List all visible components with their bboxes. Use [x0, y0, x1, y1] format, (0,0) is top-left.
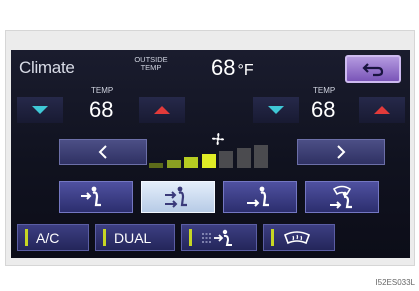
driver-temp-down-button[interactable]: [17, 97, 63, 123]
passenger-temp-up-button[interactable]: [359, 97, 405, 123]
fan-speed-down-button[interactable]: [59, 139, 147, 165]
fan-speed-bar: [254, 145, 268, 168]
dual-label: DUAL: [114, 229, 152, 246]
passenger-temp-down-button[interactable]: [253, 97, 299, 123]
airflow-face-feet-icon: [165, 186, 187, 208]
triangle-up-icon: [154, 106, 170, 114]
windshield-defrost-icon: [283, 230, 311, 244]
airflow-face-button[interactable]: [59, 181, 133, 213]
fan-speed-bar: [149, 163, 163, 168]
driver-temp-label: TEMP: [91, 86, 114, 95]
outside-temp-readout: 68 °F: [211, 55, 254, 81]
driver-temp-value: 68: [89, 97, 114, 122]
airflow-face-icon: [81, 186, 101, 207]
air-intake-toggle-button[interactable]: [181, 224, 257, 251]
fan-speed-up-button[interactable]: [297, 139, 385, 165]
airflow-feet-button[interactable]: [223, 181, 297, 213]
passenger-temp-value: 68: [311, 97, 336, 122]
triangle-down-icon: [32, 106, 48, 114]
airflow-feet-icon: [247, 186, 269, 207]
return-arrow-icon: [362, 63, 384, 77]
dual-indicator: [103, 229, 106, 246]
airflow-feet-defrost-button[interactable]: [305, 181, 379, 213]
triangle-down-icon: [268, 106, 284, 114]
fan-speed-bar: [201, 154, 216, 168]
dual-toggle-button[interactable]: DUAL: [95, 224, 175, 251]
defrost-indicator: [271, 229, 274, 246]
fan-speed-indicator: [149, 145, 279, 168]
chevron-right-icon: [337, 145, 346, 159]
climate-screen: Climate OUTSIDE TEMP 68 °F TEMP 68 TEMP 6…: [11, 50, 410, 258]
triangle-up-icon: [374, 106, 390, 114]
air-intake-icon: [202, 229, 232, 246]
airflow-feet-defrost-icon: [330, 185, 352, 209]
fan-speed-bar: [236, 148, 251, 168]
ac-indicator: [25, 229, 28, 246]
fan-speed-bar: [219, 151, 233, 168]
air-intake-indicator: [189, 229, 192, 246]
defrost-toggle-button[interactable]: [263, 224, 335, 251]
airflow-face-feet-button[interactable]: [141, 181, 215, 213]
fan-icon: [212, 133, 224, 145]
outside-temp-label: OUTSIDE TEMP: [134, 55, 168, 72]
ac-toggle-button[interactable]: A/C: [17, 224, 89, 251]
fan-speed-bar: [184, 157, 198, 168]
figure-code: I52ES033L: [375, 278, 415, 287]
driver-temp-up-button[interactable]: [139, 97, 185, 123]
screen-title: Climate: [19, 58, 75, 77]
outside-temp-unit: °F: [237, 62, 254, 79]
fan-speed-bar: [166, 160, 181, 168]
passenger-temp-label: TEMP: [313, 86, 336, 95]
back-button[interactable]: [345, 55, 401, 83]
outside-temp-value: 68: [211, 55, 236, 80]
chevron-left-icon: [98, 145, 107, 159]
ac-label: A/C: [36, 229, 60, 246]
